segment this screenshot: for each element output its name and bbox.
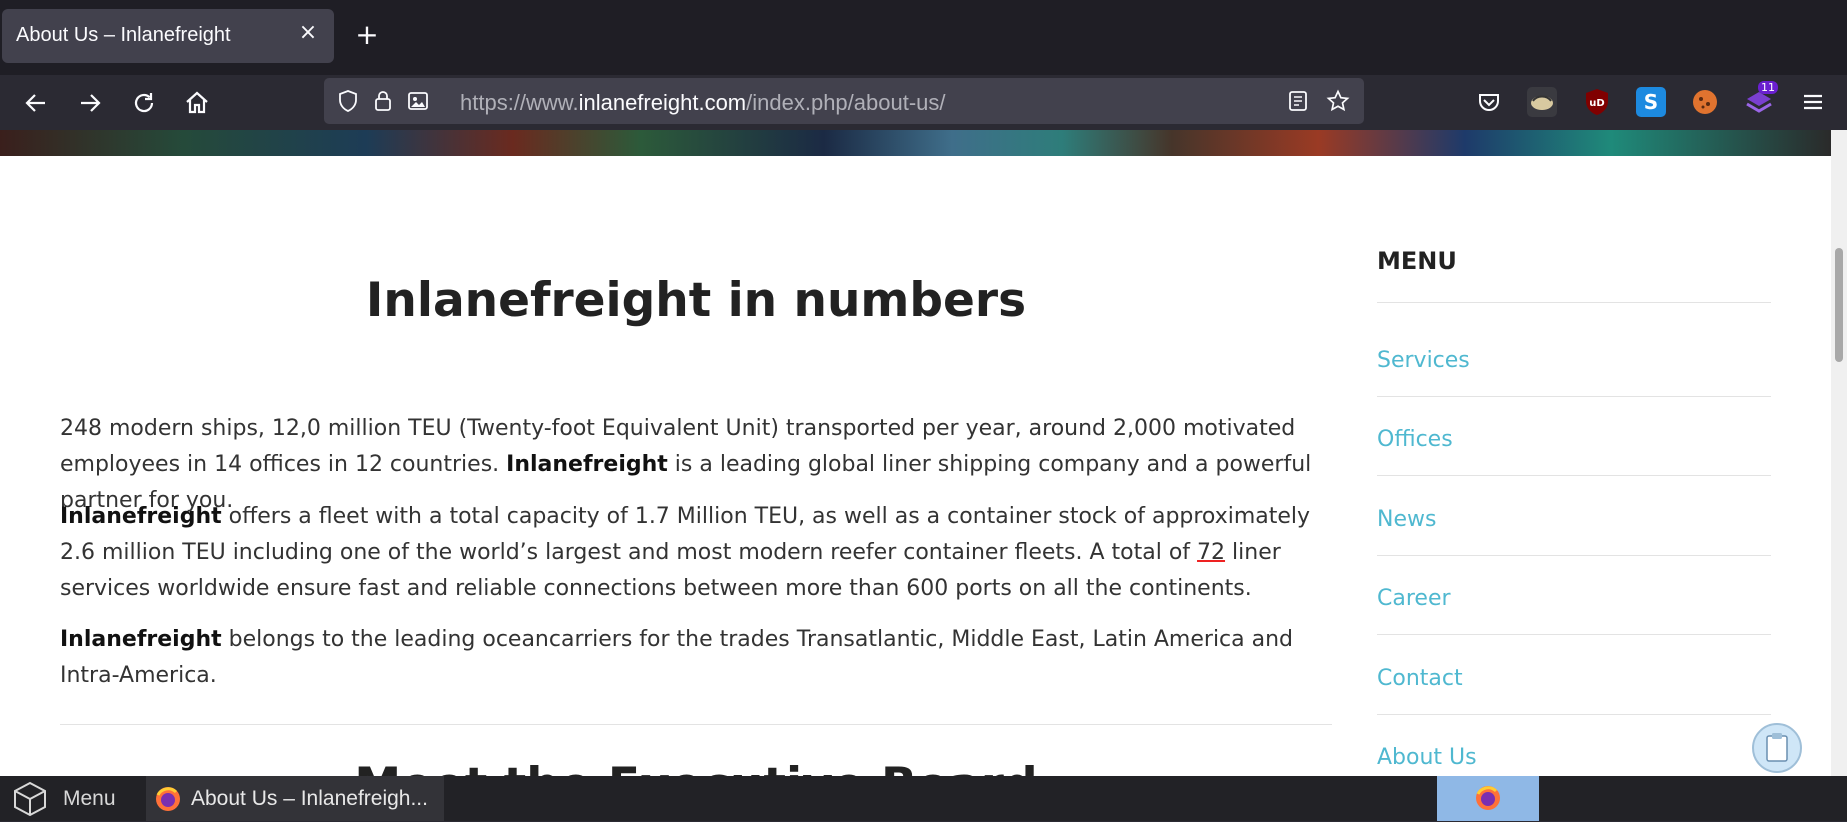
close-tab-icon[interactable]: × [294,19,322,47]
sidebar-divider [1377,302,1771,303]
address-bar[interactable]: https://www.inlanefreight.com/index.php/… [324,78,1364,124]
taskbar-firefox-launcher[interactable] [1437,776,1539,821]
scrollbar-thumb[interactable] [1835,248,1843,362]
shield-icon[interactable] [336,89,360,113]
ublock-origin-icon[interactable]: uD [1582,87,1612,117]
sidebar-link-news[interactable]: News [1377,507,1436,532]
section-divider [60,724,1332,725]
reload-button[interactable] [128,87,160,119]
reload-icon [134,93,154,113]
menu-cube-icon[interactable] [10,780,50,818]
forward-button[interactable] [74,87,106,119]
tab-about-us[interactable]: About Us – Inlanefreight × [2,9,334,63]
tab-strip: About Us – Inlanefreight × + [0,0,1847,75]
back-arrow-icon [25,94,45,112]
home-button[interactable] [181,87,213,119]
sidebar-divider [1377,714,1771,715]
svg-text:S: S [1644,90,1658,114]
company-name: Inlanefreight [60,627,222,652]
sidebar-divider [1377,475,1771,476]
reader-view-icon[interactable] [1286,89,1310,113]
company-name: Inlanefreight [506,452,668,477]
taskbar-window-firefox[interactable]: About Us – Inlanefreigh... [146,776,444,821]
paragraph-trades: Inlanefreight belongs to the leading oce… [60,622,1340,694]
sidebar-divider [1377,396,1771,397]
navigation-toolbar: https://www.inlanefreight.com/index.php/… [0,75,1847,130]
hamburger-menu-icon[interactable] [1798,87,1828,117]
pocket-icon[interactable] [1474,87,1504,117]
page-title: Inlanefreight in numbers [365,273,1027,328]
page-scrollbar[interactable] [1831,130,1847,776]
s-extension-icon[interactable]: S [1636,87,1666,117]
os-taskbar: Menu About Us – Inlanefreigh... [0,776,1847,821]
spellcheck-number: 72 [1197,540,1226,565]
clipboard-button[interactable] [1752,723,1802,773]
company-name: Inlanefreight [60,504,222,529]
bookmark-star-icon[interactable] [1326,89,1350,113]
taskbar-window-title: About Us – Inlanefreigh... [191,787,428,810]
taskbar-menu-label[interactable]: Menu [63,787,116,811]
extension-badge: 11 [1758,81,1778,94]
forward-arrow-icon [81,94,101,112]
home-icon [186,91,208,114]
back-button[interactable] [20,87,52,119]
sidebar-link-offices[interactable]: Offices [1377,427,1453,452]
sidebar-link-about-us[interactable]: About Us [1377,745,1477,770]
url-prefix: https://www. [460,90,579,115]
lock-icon[interactable] [371,89,395,113]
page-image-permission-icon[interactable] [406,89,430,113]
firefox-icon [156,787,180,811]
cookie-extension-icon[interactable] [1690,87,1720,117]
url-path: /index.php/about-us/ [746,90,946,115]
paragraph-fleet: Inlanefreight offers a fleet with a tota… [60,499,1340,607]
sidebar-link-services[interactable]: Services [1377,348,1470,373]
sidebar-link-career[interactable]: Career [1377,586,1451,611]
tab-title: About Us – Inlanefreight [16,24,231,46]
sidebar-divider [1377,555,1771,556]
paragraph-text: belongs to the leading oceancarriers for… [60,627,1294,688]
hero-image-strip [0,130,1831,156]
paragraph-text: offers a fleet with a total capacity of … [60,504,1311,565]
svg-text:uD: uD [1589,98,1604,109]
sidebar-heading: MENU [1377,247,1457,275]
foxyproxy-extension-icon[interactable] [1527,87,1557,117]
executive-board-heading: Meet the Executive Board [60,758,1332,776]
url-domain: inlanefreight.com [578,90,747,115]
new-tab-button[interactable]: + [352,20,382,50]
sidebar-divider [1377,634,1771,635]
clipboard-icon [1766,733,1788,762]
firefox-icon [1476,786,1500,810]
url-text[interactable]: https://www.inlanefreight.com/index.php/… [460,90,946,116]
sidebar-link-contact[interactable]: Contact [1377,666,1463,691]
web-page: Inlanefreight in numbers 248 modern ship… [0,130,1831,776]
wappalyzer-extension-icon[interactable]: 11 [1744,81,1778,117]
